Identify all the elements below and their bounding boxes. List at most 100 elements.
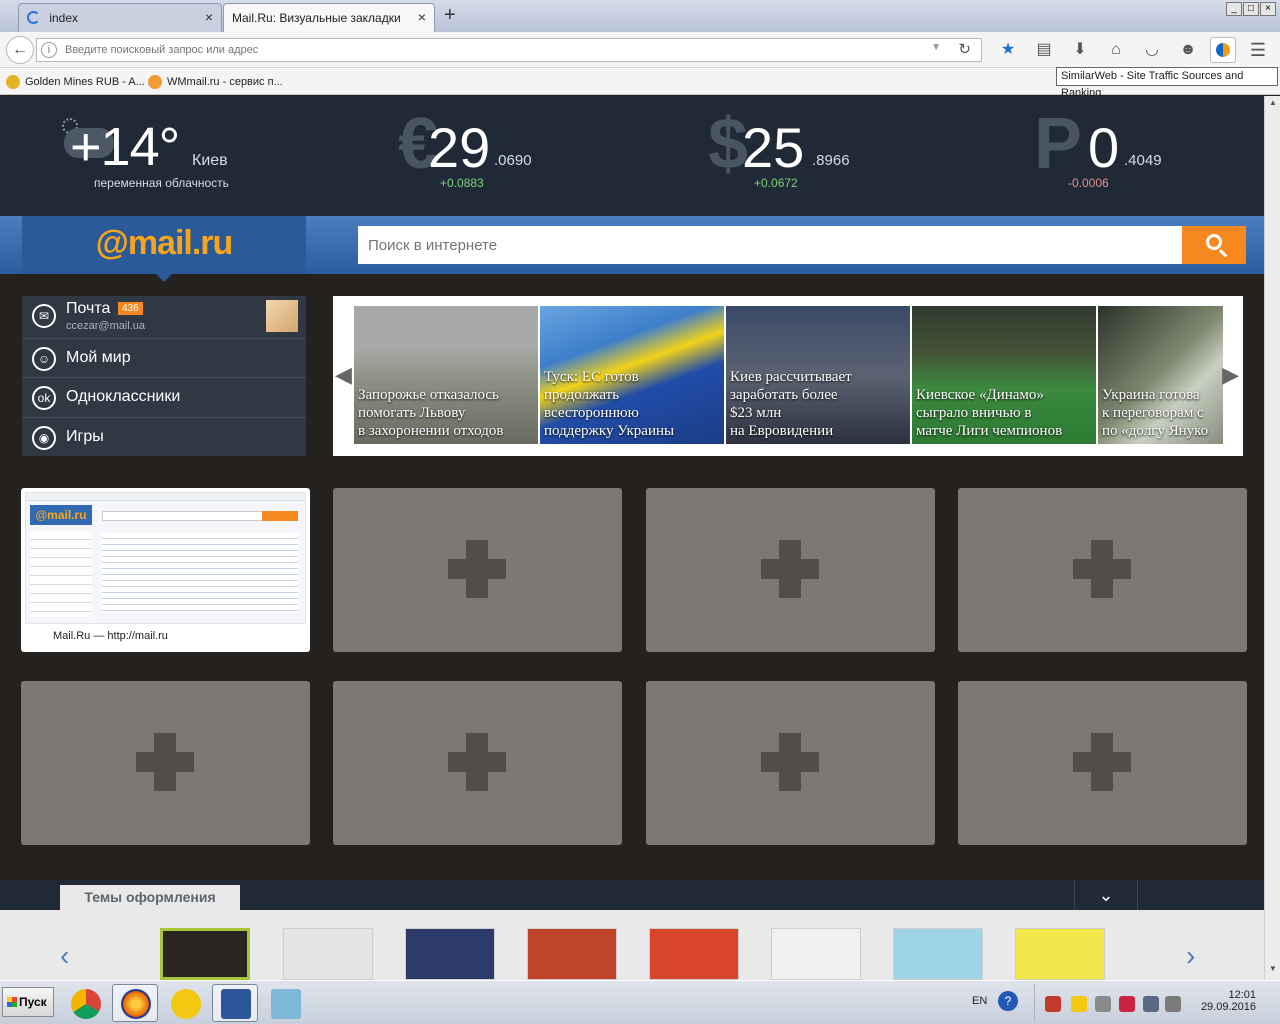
theme-swatch[interactable] — [283, 928, 373, 980]
close-window-button[interactable]: × — [1260, 2, 1276, 16]
antivirus-icon[interactable] — [1045, 996, 1061, 1012]
bookmark-tile-empty[interactable] — [333, 681, 622, 845]
visual-bookmarks-page: +14° Киев переменная облачность € 29 .06… — [0, 96, 1264, 980]
themes-bar: Темы оформления ⌄ — [0, 880, 1264, 910]
bookmark-tile-empty[interactable] — [21, 681, 310, 845]
star-icon[interactable]: ★ — [994, 38, 1022, 62]
themes-prev-icon[interactable]: ‹ — [60, 940, 69, 972]
info-bar: +14° Киев переменная облачность € 29 .06… — [0, 96, 1264, 216]
add-icon-bar — [448, 559, 506, 579]
word-taskbar-button[interactable] — [212, 984, 258, 1022]
bookmark-golden-mines[interactable]: Golden Mines RUB - A... — [6, 75, 145, 89]
service-mail[interactable]: ✉ Почта 436 ccezar@mail.ua — [22, 296, 306, 338]
start-button[interactable]: Пуск — [2, 987, 54, 1017]
theme-swatch[interactable] — [1015, 928, 1105, 980]
ghost-tray-icon[interactable] — [1071, 996, 1087, 1012]
notepad-taskbar-button[interactable] — [262, 984, 308, 1022]
download-icon[interactable]: ⬇ — [1066, 38, 1094, 62]
rate-rub[interactable]: Р 0 .4049 -0.0006 — [1034, 108, 1174, 198]
page-scrollbar[interactable]: ▲ ▼ — [1264, 96, 1280, 980]
web-search-input[interactable] — [358, 226, 1182, 264]
close-tab-icon[interactable]: × — [205, 4, 213, 30]
news-line: Киев рассчитывает — [730, 369, 852, 385]
news-card[interactable]: Киевское «Динамо» сыграло вничью в матче… — [912, 306, 1096, 444]
carousel-next-icon[interactable]: ▶ — [1222, 362, 1239, 388]
bookmark-tile-empty[interactable] — [646, 681, 935, 845]
rate-eur[interactable]: € 29 .0690 +0.0883 — [398, 108, 558, 198]
logo-notch — [156, 274, 172, 282]
toolbar: ★ ▤ ⬇ ⌂ ◡ ☻ ☰ — [994, 37, 1272, 63]
rate-integer: 25 — [742, 116, 805, 179]
news-line: продолжать — [544, 387, 620, 403]
clock[interactable]: 12:01 29.09.2016 — [1198, 989, 1256, 1013]
thumb-logo: @mail.ru — [30, 505, 92, 525]
back-button[interactable]: ← — [6, 36, 34, 64]
thumb-search — [102, 511, 298, 521]
bookmark-tile-empty[interactable] — [333, 488, 622, 652]
service-games[interactable]: ◉ Игры — [22, 417, 306, 457]
bookmark-wmmail[interactable]: WMmail.ru - сервис п... — [148, 75, 283, 89]
bookmark-tile-mail-ru[interactable]: @mail.ru Mail.Ru — http://mail.ru — [21, 488, 310, 652]
carousel-prev-icon[interactable]: ◀ — [335, 362, 352, 388]
volume-icon[interactable] — [1095, 996, 1111, 1012]
chevron-down-icon[interactable]: ⌄ — [1074, 880, 1138, 910]
emoji-icon[interactable]: ☻ — [1174, 38, 1202, 62]
reading-list-icon[interactable]: ▤ — [1030, 38, 1058, 62]
add-icon-bar — [1073, 752, 1131, 772]
rate-usd[interactable]: $ 25 .8966 +0.0672 — [708, 108, 868, 198]
new-tab-button[interactable]: + — [444, 4, 456, 27]
language-indicator[interactable]: EN — [972, 995, 987, 1007]
themes-tab[interactable]: Темы оформления — [60, 885, 240, 910]
menu-icon[interactable]: ☰ — [1244, 38, 1272, 62]
url-input[interactable] — [65, 41, 935, 59]
news-card[interactable]: Туск: ЕС готов продолжать всестороннюю п… — [540, 306, 724, 444]
theme-swatch[interactable] — [160, 928, 250, 980]
bookmark-tile-empty[interactable] — [958, 488, 1247, 652]
similarweb-icon[interactable] — [1210, 37, 1236, 63]
notepad-icon — [271, 989, 301, 1019]
tab-index[interactable]: index × — [18, 3, 222, 32]
search-icon — [1206, 234, 1222, 250]
theme-swatch[interactable] — [527, 928, 617, 980]
info-icon[interactable]: i — [41, 42, 57, 58]
history-dropdown-icon[interactable]: ▼ — [931, 42, 941, 53]
taskbar: Пуск EN ? 12:01 29.09.2016 — [0, 980, 1280, 1024]
help-icon[interactable]: ? — [998, 991, 1018, 1011]
service-label: Игры — [66, 428, 104, 445]
theme-swatch[interactable] — [771, 928, 861, 980]
chrome-taskbar-button[interactable] — [62, 984, 108, 1022]
display-icon[interactable] — [1143, 996, 1159, 1012]
network-icon[interactable] — [1119, 996, 1135, 1012]
address-bar[interactable]: i ▼ ↻ — [36, 38, 982, 62]
mail-ru-logo[interactable]: @mail.ru — [22, 216, 306, 282]
tab-mail-ru-bookmarks[interactable]: Mail.Ru: Визуальные закладки × — [223, 3, 435, 32]
firefox-icon — [121, 989, 151, 1019]
service-my-world[interactable]: ☺ Мой мир — [22, 338, 306, 378]
scroll-down-icon[interactable]: ▼ — [1267, 964, 1279, 978]
bookmark-tile-empty[interactable] — [958, 681, 1247, 845]
news-line: $23 млн — [730, 405, 782, 421]
firefox-taskbar-button[interactable] — [112, 984, 158, 1022]
scroll-up-icon[interactable]: ▲ — [1267, 98, 1279, 112]
news-card[interactable]: Киев рассчитывает заработать более $23 м… — [726, 306, 910, 444]
close-tab-icon[interactable]: × — [418, 4, 426, 30]
avatar[interactable] — [266, 300, 298, 332]
maximize-button[interactable]: □ — [1243, 2, 1259, 16]
news-line: по «долгу Януко — [1102, 423, 1209, 439]
service-odnoklassniki[interactable]: ok Одноклассники — [22, 377, 306, 417]
theme-swatch[interactable] — [649, 928, 739, 980]
themes-next-icon[interactable]: › — [1186, 940, 1195, 972]
news-card[interactable]: Украина готова к переговорам с по «долгу… — [1098, 306, 1223, 444]
search-button[interactable] — [1182, 226, 1246, 264]
cyberghost-taskbar-button[interactable] — [162, 984, 208, 1022]
bookmark-tile-empty[interactable] — [646, 488, 935, 652]
reload-icon[interactable]: ↻ — [958, 40, 971, 58]
theme-swatch[interactable] — [405, 928, 495, 980]
tile-caption: Mail.Ru — http://mail.ru — [53, 630, 168, 642]
minimize-button[interactable]: _ — [1226, 2, 1242, 16]
pocket-icon[interactable]: ◡ — [1138, 38, 1166, 62]
news-card[interactable]: Запорожье отказалось помогать Львову в з… — [354, 306, 538, 444]
home-icon[interactable]: ⌂ — [1102, 38, 1130, 62]
theme-swatch[interactable] — [893, 928, 983, 980]
devices-icon[interactable] — [1165, 996, 1181, 1012]
